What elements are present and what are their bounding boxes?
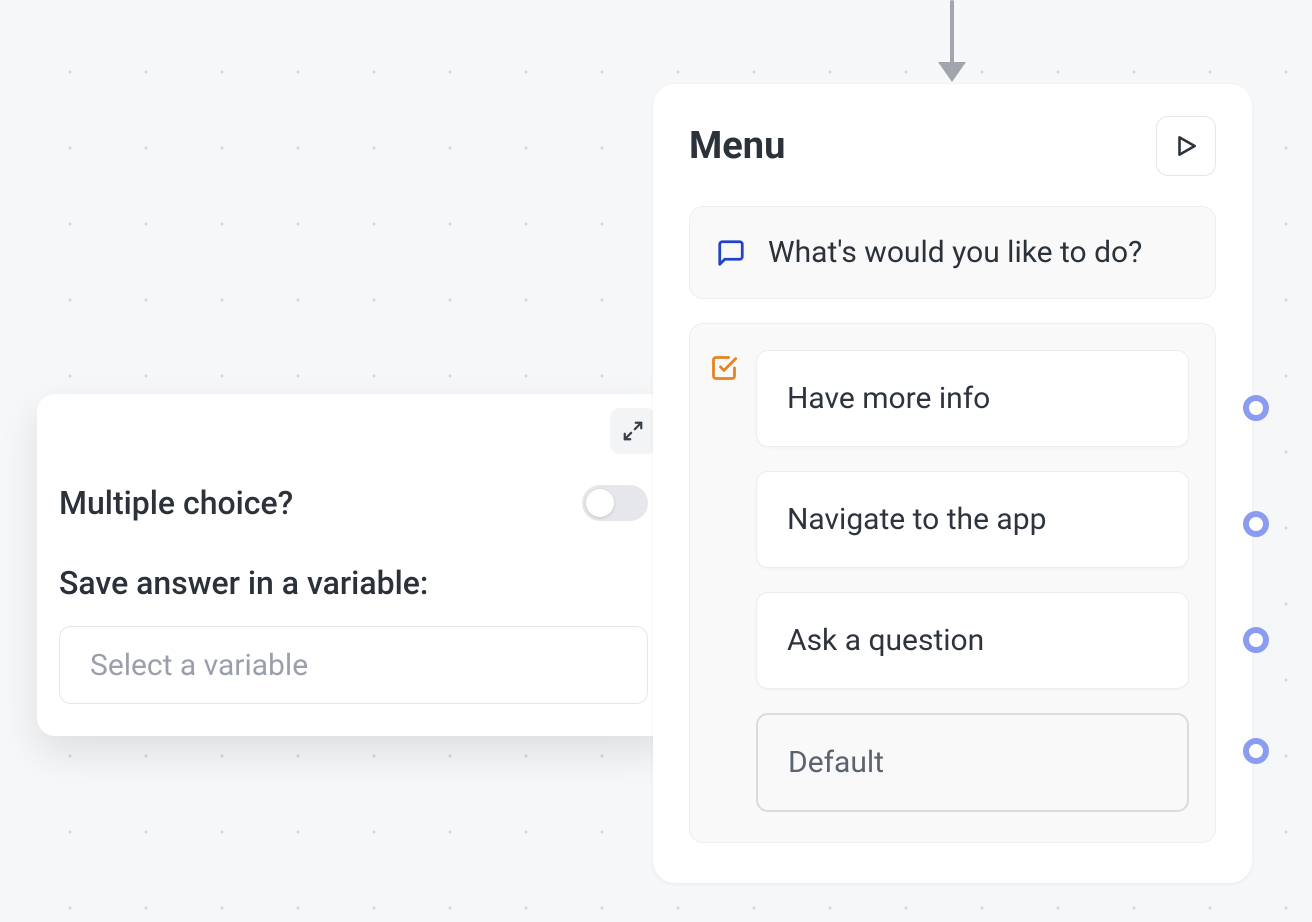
multiple-choice-toggle[interactable] [582,485,648,521]
toggle-knob [586,489,614,517]
variable-placeholder: Select a variable [90,648,308,683]
incoming-connection-line [950,0,954,67]
menu-title: Menu [689,124,785,168]
options-block: Have more info Navigate to the app Ask a… [689,323,1216,843]
option-default[interactable]: Default [756,713,1189,812]
play-icon [1173,133,1199,159]
output-port[interactable] [1243,395,1269,421]
settings-panel: Multiple choice? Save answer in a variab… [37,394,670,736]
multiple-choice-label: Multiple choice? [59,484,293,522]
option-item[interactable]: Navigate to the app [756,471,1189,568]
option-item[interactable]: Have more info [756,350,1189,447]
option-item[interactable]: Ask a question [756,592,1189,689]
expand-button[interactable] [610,408,656,454]
play-button[interactable] [1156,116,1216,176]
output-port[interactable] [1243,738,1269,764]
output-port[interactable] [1243,511,1269,537]
save-answer-label: Save answer in a variable: [59,564,648,602]
incoming-connection-arrow [938,62,966,82]
prompt-block[interactable]: What's would you like to do? [689,206,1216,299]
variable-select[interactable]: Select a variable [59,626,648,704]
checkbox-icon [710,354,738,382]
menu-node[interactable]: Menu What's would you like to do? Hav [653,84,1252,883]
output-port[interactable] [1243,627,1269,653]
prompt-text: What's would you like to do? [768,235,1142,270]
message-icon [716,238,746,268]
expand-icon [622,420,644,442]
